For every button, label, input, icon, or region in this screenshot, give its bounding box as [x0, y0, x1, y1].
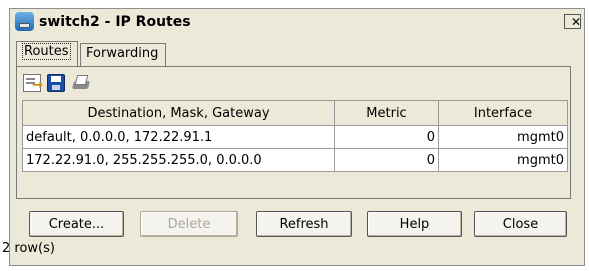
tab-forwarding-label: Forwarding — [86, 46, 159, 61]
row-count-status: 2 row(s) — [2, 241, 55, 256]
cell-destination[interactable]: default, 0.0.0.0, 172.22.91.1 — [22, 125, 335, 149]
title-bar[interactable]: switch2 - IP Routes ✕ — [10, 9, 584, 35]
save-icon[interactable] — [47, 74, 65, 92]
column-header-metric[interactable]: Metric — [334, 100, 439, 126]
routes-table: Destination, Mask, Gateway Metric Interf… — [22, 100, 568, 172]
tab-routes[interactable]: Routes — [16, 41, 78, 66]
tab-routes-label: Routes — [22, 43, 71, 60]
cell-metric[interactable]: 0 — [334, 125, 439, 149]
refresh-button[interactable]: Refresh — [256, 211, 352, 237]
print-icon[interactable] — [72, 74, 90, 92]
export-icon[interactable] — [23, 74, 43, 93]
cell-interface[interactable]: mgmt0 — [438, 125, 568, 149]
device-manager-icon — [15, 12, 34, 31]
column-header-interface[interactable]: Interface — [438, 100, 568, 126]
table-row[interactable]: 172.22.91.0, 255.255.255.0, 0.0.0.0 0 mg… — [22, 148, 568, 172]
create-button[interactable]: Create... — [29, 211, 124, 237]
routes-panel: Destination, Mask, Gateway Metric Interf… — [16, 66, 571, 199]
cell-destination[interactable]: 172.22.91.0, 255.255.255.0, 0.0.0.0 — [22, 148, 335, 172]
window-close-button[interactable]: ✕ — [564, 14, 581, 29]
table-header-row: Destination, Mask, Gateway Metric Interf… — [22, 100, 568, 126]
help-button[interactable]: Help — [367, 211, 462, 237]
column-header-destination[interactable]: Destination, Mask, Gateway — [22, 100, 335, 126]
window-title: switch2 - IP Routes — [39, 14, 191, 30]
delete-button[interactable]: Delete — [140, 211, 238, 237]
table-row[interactable]: default, 0.0.0.0, 172.22.91.1 0 mgmt0 — [22, 125, 568, 149]
close-button[interactable]: Close — [474, 211, 567, 237]
cell-interface[interactable]: mgmt0 — [438, 148, 568, 172]
cell-metric[interactable]: 0 — [334, 148, 439, 172]
tab-forwarding[interactable]: Forwarding — [80, 43, 166, 66]
